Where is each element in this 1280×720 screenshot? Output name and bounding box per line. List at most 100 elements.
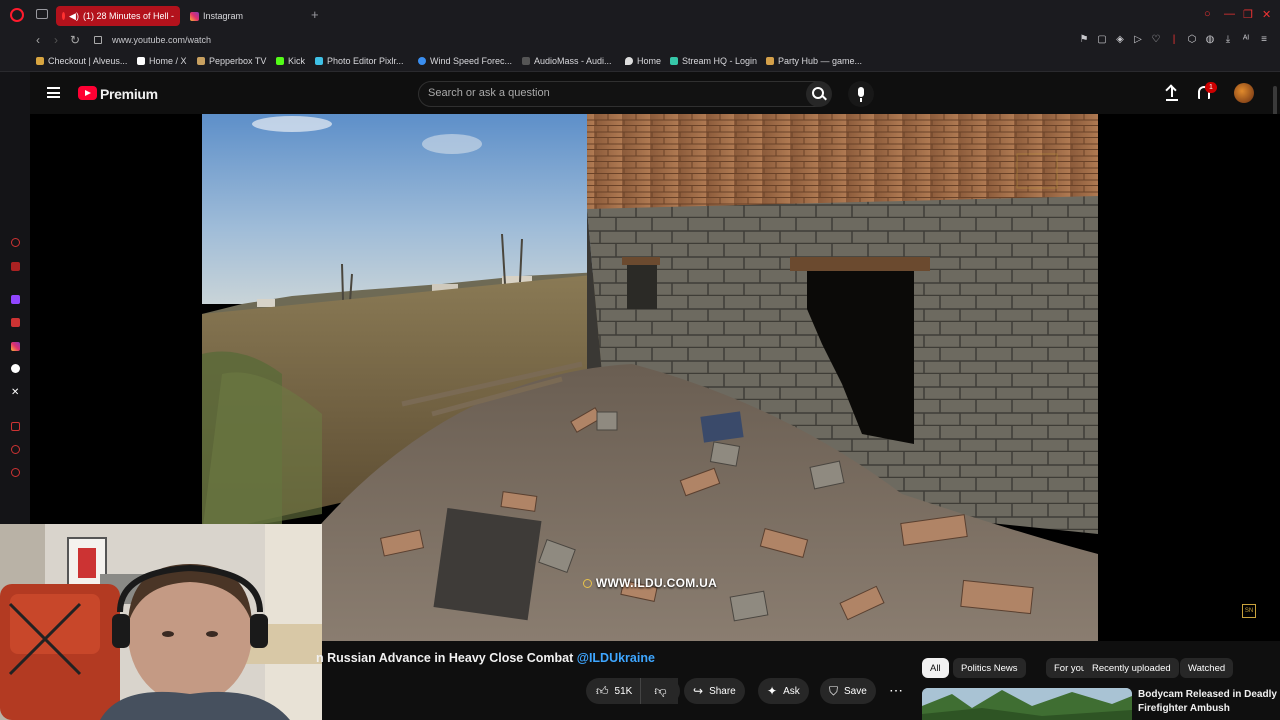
thumbnail-scene (922, 688, 1132, 720)
minimize-icon[interactable]: — (1224, 8, 1235, 20)
bag-icon[interactable] (11, 262, 20, 271)
x-favicon-icon (137, 57, 145, 65)
bookmark-item[interactable]: Kick (276, 56, 305, 66)
notification-badge: 1 (1205, 82, 1217, 93)
download-icon[interactable]: ⤓ (1222, 34, 1234, 45)
menu-icon[interactable]: ≡ (1258, 34, 1270, 45)
lock-icon[interactable] (94, 36, 102, 44)
youtube-brand[interactable]: Premium (100, 86, 158, 102)
video-frame[interactable]: WWW.ILDU.COM.UA (202, 114, 1098, 641)
tab-menu-icon[interactable] (36, 9, 48, 19)
bookmark-item[interactable]: Photo Editor Pixlr... (315, 56, 404, 66)
share-button[interactable]: ↪ Share (684, 678, 745, 704)
youtube-favicon-icon (62, 12, 66, 20)
bookmark-favicon-icon (197, 57, 205, 65)
opera-logo-icon[interactable] (10, 8, 24, 22)
tab-label: (1) 28 Minutes of Hell - (82, 11, 174, 21)
tab-instagram[interactable]: Instagram (184, 6, 249, 26)
forward-icon[interactable]: › (54, 33, 58, 47)
maximize-icon[interactable]: ❐ (1243, 8, 1253, 21)
account-icon[interactable]: ◍ (1204, 34, 1216, 45)
bookmark-favicon-icon (766, 57, 774, 65)
search-input[interactable] (428, 87, 788, 99)
chip-all[interactable]: All (922, 658, 949, 678)
upload-icon[interactable] (1166, 85, 1178, 101)
chip-politics-news[interactable]: Politics News (953, 658, 1026, 678)
percent-icon[interactable] (11, 318, 20, 327)
history-icon[interactable] (11, 238, 20, 247)
snapshot-icon[interactable]: ▢ (1096, 34, 1108, 45)
hamburger-menu-icon[interactable] (47, 87, 60, 98)
avatar[interactable] (1234, 83, 1254, 103)
channel-watermark-badge[interactable]: SN (1242, 604, 1256, 618)
webcam-scene (0, 524, 322, 720)
divider-icon: | (1172, 34, 1176, 45)
new-tab-button[interactable]: + (311, 7, 319, 22)
globe-icon (582, 579, 592, 588)
address-bar: ‹ › ↻ www.youtube.com/watch ⚑ ▢ ◈ ▷ ♡ | … (0, 30, 1280, 52)
tiktok-icon[interactable] (11, 364, 20, 373)
youtube-logo-icon[interactable] (78, 86, 97, 100)
bookmark-favicon-icon (522, 57, 530, 65)
tab-youtube[interactable]: ◀) (1) 28 Minutes of Hell - (56, 6, 180, 26)
video-scene (202, 114, 1098, 641)
settings-icon[interactable] (11, 468, 20, 477)
extensions-icon[interactable]: ⬡ (1186, 34, 1198, 45)
save-button[interactable]: ⛉ Save (820, 678, 876, 704)
chip-recently-uploaded[interactable]: Recently uploaded (1084, 658, 1179, 678)
bookmark-icon[interactable]: ⚑ (1078, 34, 1090, 45)
ai-icon[interactable]: ᴬᴵ (1240, 34, 1252, 45)
search-tabs-icon[interactable]: ○ (1204, 8, 1211, 20)
bookmark-item[interactable]: Checkout | Alveus... (36, 56, 127, 66)
bookmark-item[interactable]: Home / X (137, 56, 187, 66)
bookmark-item[interactable]: Stream HQ - Login (670, 56, 757, 66)
x-icon[interactable]: ✕ (11, 388, 20, 398)
bookmark-save-icon: ⛉ (829, 683, 839, 698)
reload-icon[interactable]: ↻ (70, 33, 80, 47)
bookmark-favicon-icon (670, 57, 678, 65)
search-box (418, 81, 830, 107)
more-actions-button[interactable]: ⋯ (883, 678, 909, 704)
bookmark-favicon-icon (36, 57, 44, 65)
microphone-icon[interactable] (848, 81, 874, 107)
pixlr-favicon-icon (315, 57, 323, 65)
dislike-button[interactable]: 👎︎ (640, 678, 680, 704)
bookmarks-bar: Checkout | Alveus... Home / X Pepperbox … (0, 52, 1280, 72)
video-watermark: WWW.ILDU.COM.UA (202, 576, 1098, 590)
bookmark-item[interactable]: Wind Speed Forec... (418, 56, 512, 66)
shield-icon[interactable]: ◈ (1114, 34, 1126, 45)
bookmark-item[interactable]: Pepperbox TV (197, 56, 266, 66)
webcam-overlay (0, 524, 322, 720)
clock-icon[interactable] (11, 445, 20, 454)
recommendation-thumbnail[interactable] (922, 688, 1132, 720)
url-field[interactable]: www.youtube.com/watch (112, 35, 211, 45)
like-count: 51K (614, 685, 633, 697)
heart-icon[interactable]: ♡ (1150, 34, 1162, 45)
speed-dial-icon[interactable] (11, 422, 20, 431)
channel-handle-link[interactable]: @ILDUkraine (577, 651, 655, 665)
ask-button[interactable]: ✦ Ask (758, 678, 809, 704)
back-icon[interactable]: ‹ (36, 33, 40, 47)
browser-tab-bar: ◀) (1) 28 Minutes of Hell - Instagram + … (0, 0, 1280, 30)
youtube-header: Premium 1 (30, 72, 1280, 114)
bookmark-favicon-icon (418, 57, 426, 65)
recommendation-title[interactable]: Bodycam Released in Deadly Firefighter A… (1138, 688, 1278, 716)
twitch-icon[interactable] (11, 295, 20, 304)
instagram-icon[interactable] (11, 342, 20, 351)
thumbs-up-icon: 👍︎ (596, 683, 609, 698)
bookmark-item[interactable]: Home (625, 56, 661, 66)
bookmark-item[interactable]: AudioMass - Audi... (522, 56, 612, 66)
play-icon[interactable]: ▷ (1132, 34, 1144, 45)
speaker-icon[interactable]: ◀) (69, 11, 79, 22)
search-icon[interactable] (806, 81, 832, 107)
tab-label: Instagram (203, 11, 244, 21)
bookmark-item[interactable]: Party Hub — game... (766, 56, 862, 66)
kick-favicon-icon (276, 57, 284, 65)
close-window-icon[interactable]: ✕ (1262, 8, 1271, 21)
browser-toolbar: ⚑ ▢ ◈ ▷ ♡ | ⬡ ◍ ⤓ ᴬᴵ ≡ (1078, 34, 1270, 45)
chip-watched[interactable]: Watched (1180, 658, 1234, 678)
location-pin-icon (625, 57, 633, 65)
video-title: n Russian Advance in Heavy Close Combat … (316, 651, 655, 665)
share-icon: ↪ (693, 684, 704, 698)
sparkle-icon: ✦ (767, 684, 778, 698)
